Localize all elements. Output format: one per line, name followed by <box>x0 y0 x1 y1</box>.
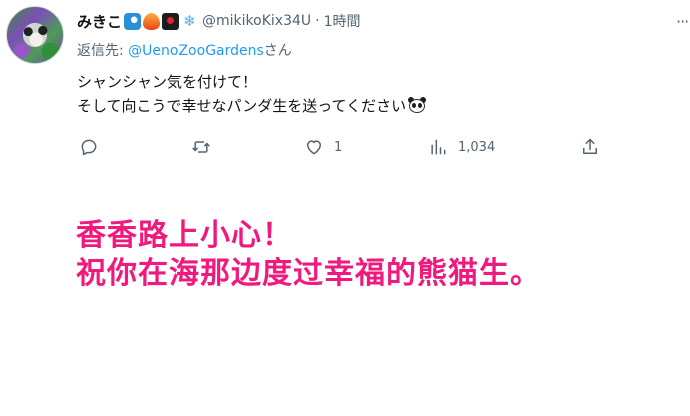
snow-icon: ❄ <box>183 11 196 30</box>
reply-to-line: 返信先: @UenoZooGardensさん <box>77 40 292 60</box>
share-button[interactable] <box>580 134 600 160</box>
tweet-actions: 1 1,034 <box>0 134 690 160</box>
header-separator: · <box>315 13 320 29</box>
reply-button[interactable] <box>79 134 109 160</box>
tweet-text-line2: そして向こうで幸せなパンダ生を送ってください <box>77 97 407 115</box>
fire-icon <box>143 12 161 30</box>
views-count: 1,034 <box>458 139 496 155</box>
avatar[interactable] <box>6 6 64 64</box>
tweet-text-line2-wrap: そして向こうで幸せなパンダ生を送ってください <box>77 94 427 118</box>
views-button[interactable]: 1,034 <box>428 134 495 160</box>
display-name[interactable]: みきこ <box>77 11 122 32</box>
sign-icon <box>162 12 180 30</box>
more-options-icon[interactable]: ··· <box>676 12 689 31</box>
tweet-text-line1: シャンシャン気を付けて！ <box>77 73 258 91</box>
tweet-text: シャンシャン気を付けて！ そして向こうで幸せなパンダ生を送ってください <box>77 70 427 118</box>
views-icon <box>431 139 446 155</box>
translation-caption: 香香路上小心！ 祝你在海那边度过幸福的熊猫生。 <box>76 217 541 293</box>
caption-line1: 香香路上小心！ <box>76 218 293 253</box>
caption-line2: 祝你在海那边度过幸福的熊猫生。 <box>76 256 541 291</box>
reply-suffix: さん <box>263 43 292 59</box>
like-button[interactable]: 1 <box>304 134 342 160</box>
wave-icon <box>124 12 142 30</box>
tweet-timestamp[interactable]: 1時間 <box>324 11 361 31</box>
reply-icon <box>81 139 97 156</box>
tweet-header: みきこ ❄ @mikikoKix34U · 1時間 <box>77 10 361 32</box>
like-count: 1 <box>334 139 343 155</box>
tweet: みきこ ❄ @mikikoKix34U · 1時間 ··· 返信先: @Ueno… <box>0 0 690 180</box>
heart-icon <box>307 140 321 155</box>
user-handle[interactable]: @mikikoKix34U <box>202 13 311 29</box>
retweet-icon <box>192 141 210 153</box>
share-icon <box>583 138 597 154</box>
reply-mention-link[interactable]: @UenoZooGardens <box>128 43 264 59</box>
reply-prefix: 返信先: <box>77 43 129 59</box>
panda-icon <box>407 96 427 114</box>
retweet-button[interactable] <box>191 134 221 160</box>
